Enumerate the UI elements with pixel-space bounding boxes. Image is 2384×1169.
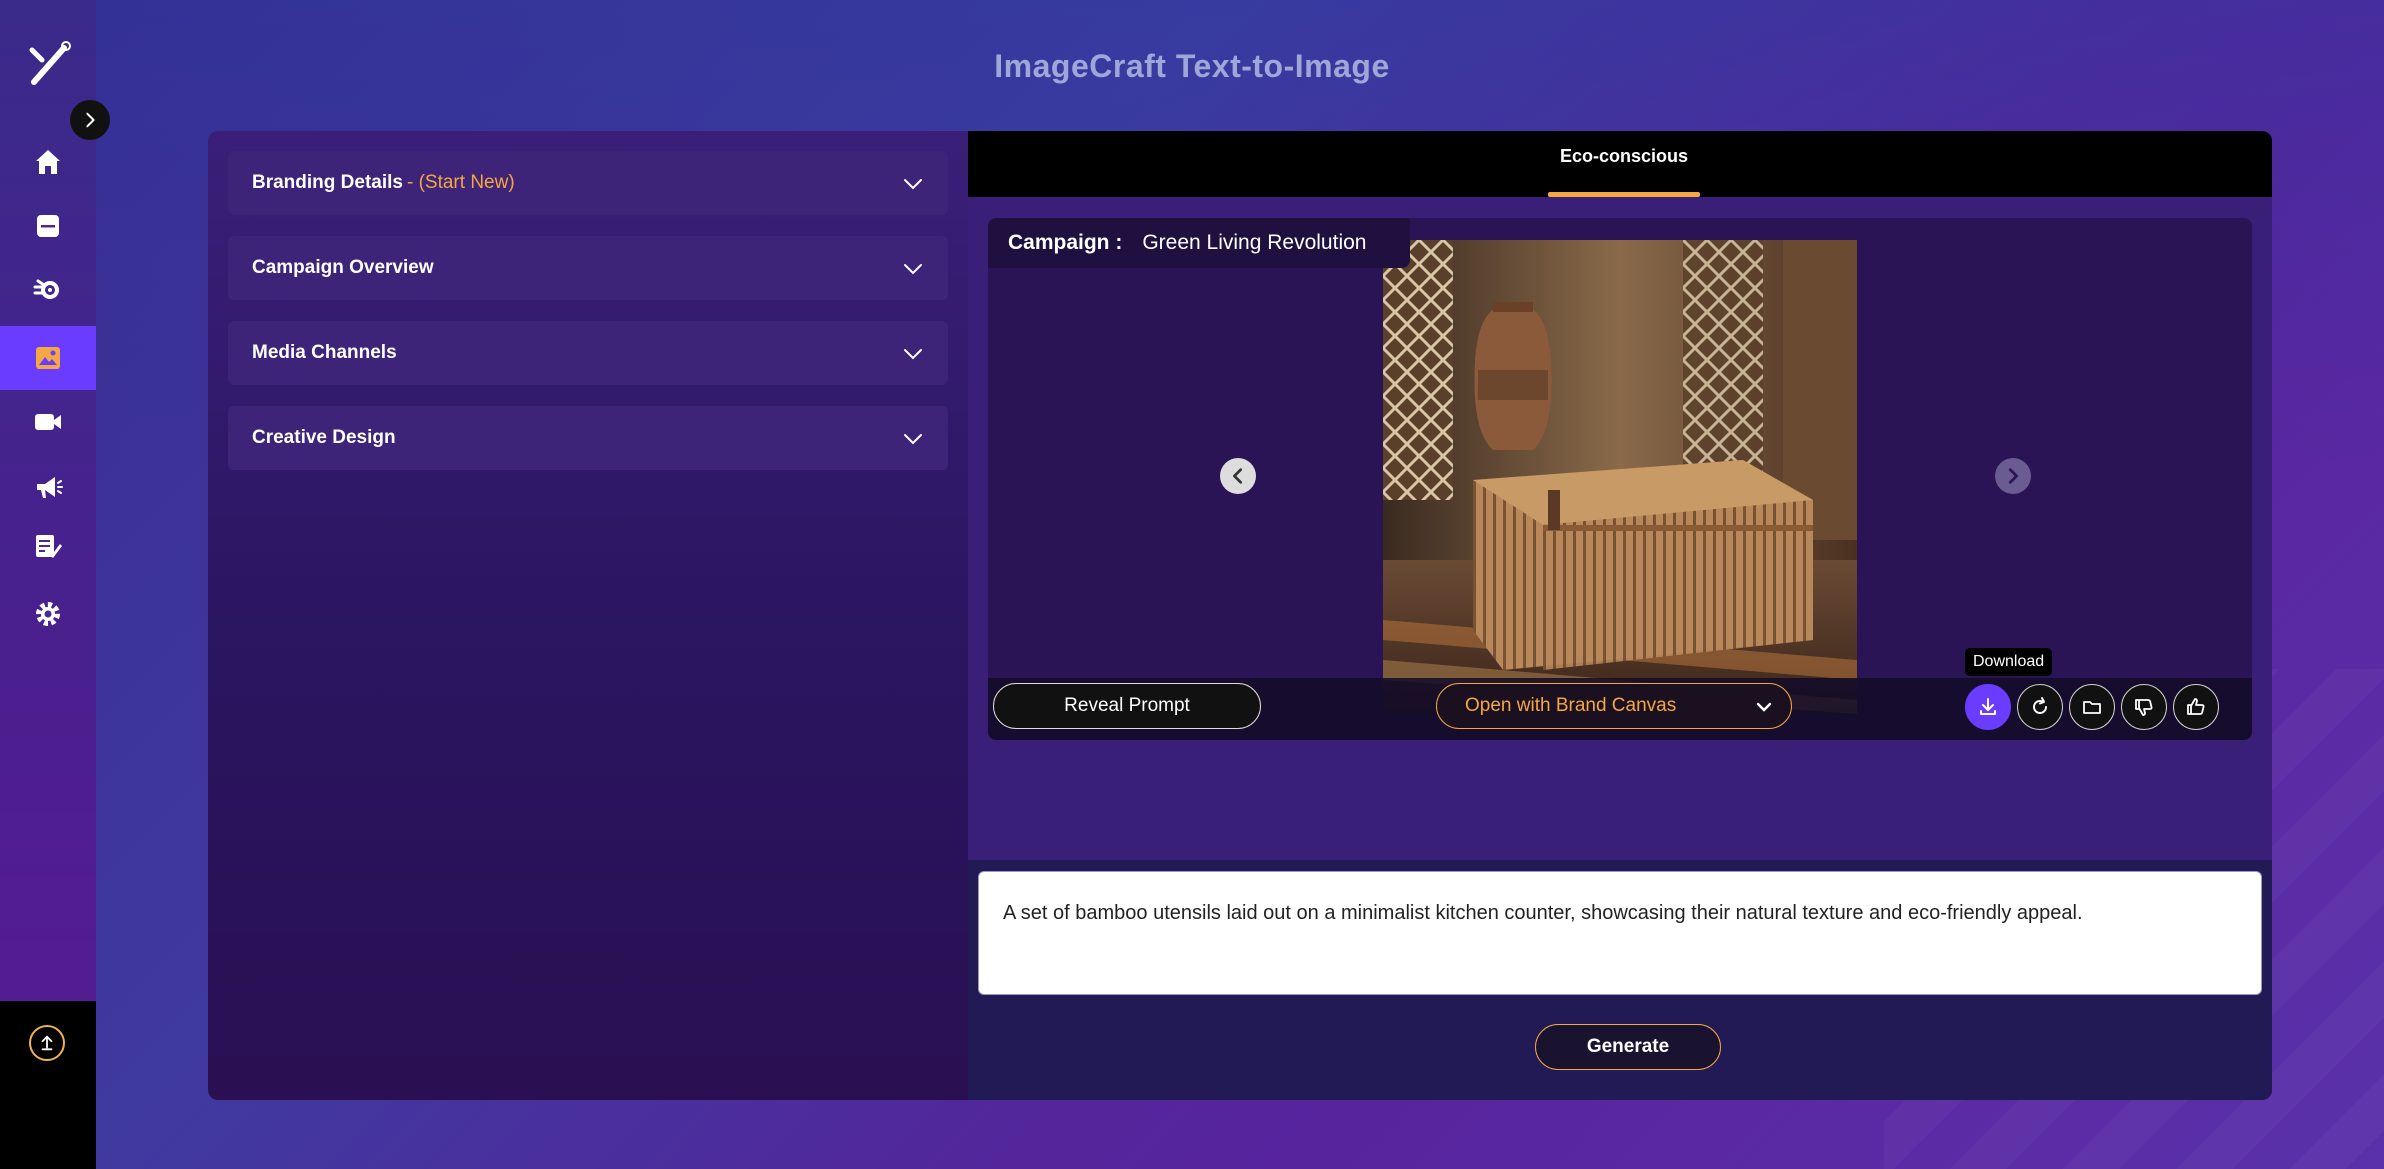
campaign-badge: Campaign : Green Living Revolution [988,218,1410,268]
settings-panel: Branding Details - (Start New) Campaign … [208,131,968,1100]
sidebar-item-content[interactable] [0,515,96,579]
sidebar-item-text-to-image[interactable] [0,326,96,390]
generate-button[interactable]: Generate [1535,1024,1721,1070]
previous-image-button[interactable] [1220,458,1256,494]
brand-canvas-dropdown[interactable]: Open with Brand Canvas [1436,683,1792,729]
dislike-button[interactable] [2121,684,2167,730]
reveal-prompt-button[interactable]: Reveal Prompt [993,683,1261,729]
document-icon [37,215,59,237]
save-to-folder-button[interactable] [2069,684,2115,730]
chevron-down-icon [1756,702,1772,712]
accordion-label: Media Channels [252,342,397,363]
chevron-down-icon [904,264,922,275]
sidebar-item-campaigns[interactable] [0,455,96,519]
content-edit-icon [36,535,62,558]
download-icon [1980,698,1996,715]
generated-image[interactable] [1383,240,1857,714]
accordion-branding-details[interactable]: Branding Details - (Start New) [228,151,948,215]
megaphone-icon [37,477,63,498]
sidebar-item-home[interactable] [0,130,96,194]
sidebar-item-documents[interactable] [0,194,96,258]
brain-gear-icon [33,279,59,299]
accordion-label: Campaign Overview [252,257,434,278]
generated-image-art [1383,240,1857,714]
sidebar-item-video[interactable] [0,390,96,454]
regenerate-button[interactable] [2017,684,2063,730]
download-tooltip: Download [1965,648,2053,676]
like-button[interactable] [2173,684,2219,730]
brand-canvas-label: Open with Brand Canvas [1465,695,1677,716]
prompt-input[interactable]: A set of bamboo utensils laid out on a m… [978,871,2262,995]
thumbs-down-icon [2135,699,2153,716]
page-title: ImageCraft Text-to-Image [994,48,1390,84]
sidebar-item-settings[interactable] [0,582,96,646]
image-icon [36,347,60,369]
chevron-down-icon [904,179,922,190]
accordion-creative-design[interactable]: Creative Design [228,406,948,470]
accordion-sublabel: - (Start New) [406,172,515,193]
campaign-label: Campaign : [1008,231,1123,254]
gear-icon [36,602,60,626]
thumbs-up-icon [2187,698,2205,715]
accordion-media-channels[interactable]: Media Channels [228,321,948,385]
accordion-campaign-overview[interactable]: Campaign Overview [228,236,948,300]
video-camera-icon [35,414,61,430]
tab-eco-conscious[interactable]: Eco-conscious [1548,131,1700,197]
sidebar [0,0,110,1169]
upload-arrow-icon [41,1035,53,1051]
chevron-right-icon [2008,468,2018,484]
chevron-down-icon [904,434,922,445]
next-image-button[interactable] [1995,458,2031,494]
tab-bar: Eco-conscious [968,131,2272,197]
prompt-section: A set of bamboo utensils laid out on a m… [968,860,2272,1100]
accordion-label: Creative Design [252,427,396,448]
regenerate-icon [2033,697,2047,714]
accordion-label: Branding Details [252,172,403,193]
upload-button[interactable] [29,1025,65,1061]
home-icon [36,150,60,174]
image-viewer: Campaign : Green Living Revolution Revea… [988,218,2252,740]
image-action-bar: Reveal Prompt Open with Brand Canvas [988,678,2252,740]
campaign-name: Green Living Revolution [1142,231,1367,254]
folder-icon [2083,701,2101,714]
chevron-right-icon [86,112,95,128]
active-tab-indicator [1548,192,1700,197]
chevron-left-icon [1233,468,1243,484]
download-button[interactable] [1965,684,2011,730]
main-card: Branding Details - (Start New) Campaign … [208,131,2272,1100]
output-panel: Eco-conscious Campaign: Green Living Re… [968,131,2272,1100]
chevron-down-icon [904,349,922,360]
sidebar-item-ai-settings[interactable] [0,258,96,322]
